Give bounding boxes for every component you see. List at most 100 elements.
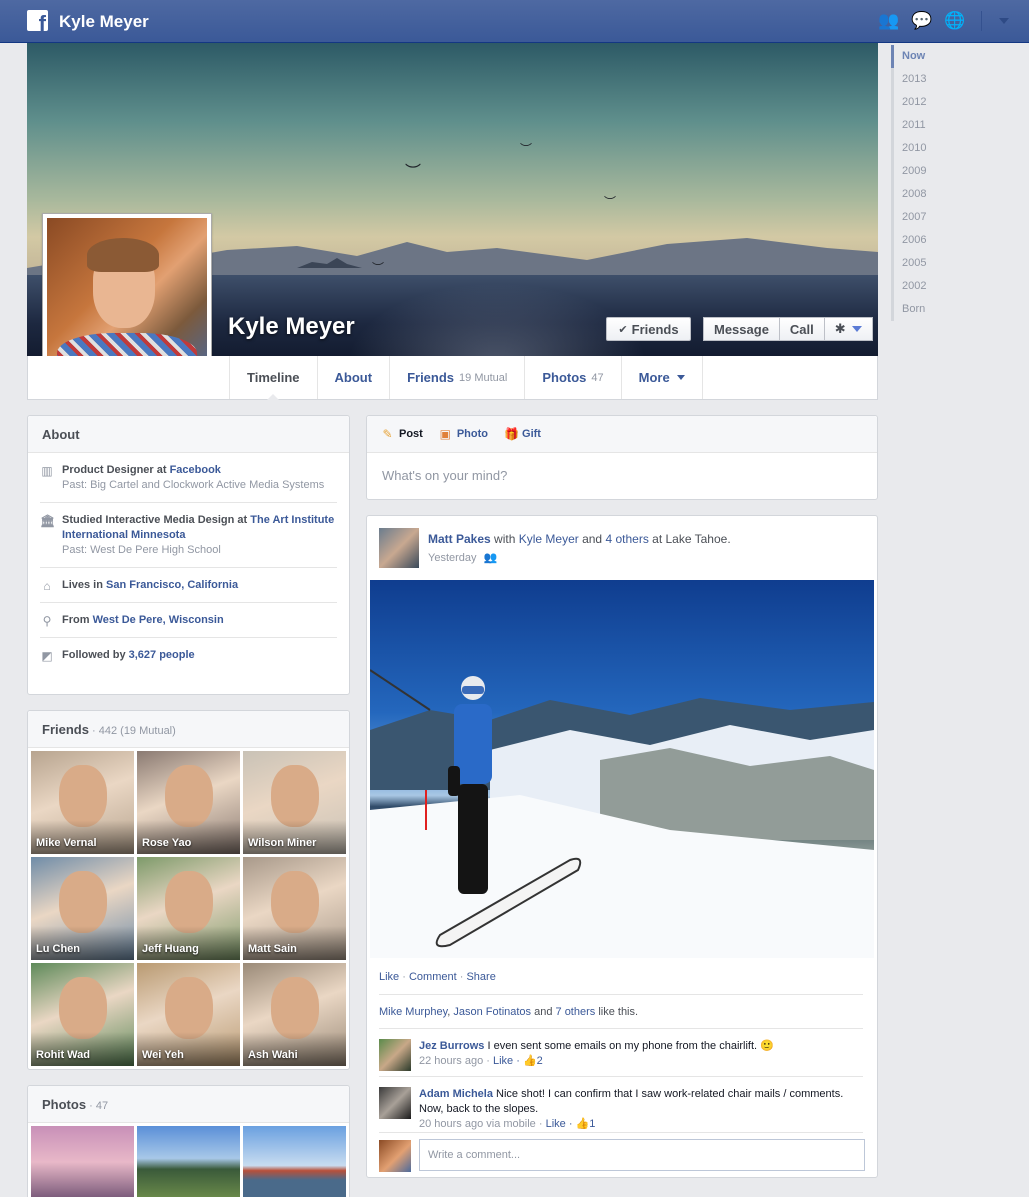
- year-link[interactable]: 2013: [894, 68, 1011, 91]
- tab-photos[interactable]: Photos 47: [525, 356, 622, 399]
- friend-tile[interactable]: Wilson Miner: [243, 751, 346, 854]
- year-link[interactable]: 2010: [894, 137, 1011, 160]
- year-link[interactable]: 2005: [894, 252, 1011, 275]
- commenter-avatar[interactable]: [379, 1087, 411, 1119]
- friend-tile[interactable]: Wei Yeh: [137, 963, 240, 1066]
- chevron-down-icon: [851, 326, 862, 332]
- my-avatar: [379, 1140, 411, 1172]
- story-tagged-link[interactable]: Kyle Meyer: [519, 532, 579, 546]
- year-link[interactable]: 2002: [894, 275, 1011, 298]
- tab-count: 47: [591, 371, 604, 384]
- call-button[interactable]: Call: [779, 317, 825, 341]
- commenter-name-link[interactable]: Jez Burrows: [419, 1040, 484, 1052]
- about-panel-title[interactable]: About: [28, 416, 349, 453]
- status-input[interactable]: What's on your mind?: [367, 453, 877, 498]
- year-link[interactable]: 2007: [894, 206, 1011, 229]
- tab-timeline[interactable]: Timeline: [230, 356, 318, 400]
- story-timestamp[interactable]: Yesterday 👥: [428, 551, 497, 564]
- friend-tile[interactable]: Rohit Wad: [31, 963, 134, 1066]
- tab-about[interactable]: About: [318, 356, 391, 399]
- settings-dropdown-button[interactable]: ✱: [824, 317, 873, 341]
- tab-count: 19 Mutual: [459, 371, 508, 384]
- comment-like-count[interactable]: · 👍2: [516, 1055, 543, 1067]
- friends-grid: Mike Vernal Rose Yao Wilson Miner Lu Chen Je…: [31, 751, 346, 1066]
- share-link[interactable]: Share: [466, 971, 495, 983]
- about-followers: ◩ Followed by 3,627 people: [40, 638, 337, 672]
- story-actions: Like · Comment · Share: [379, 971, 496, 983]
- year-link[interactable]: 2009: [894, 160, 1011, 183]
- story-author-avatar[interactable]: [379, 528, 419, 568]
- comment-like-count[interactable]: · 👍1: [569, 1118, 596, 1130]
- friend-tile[interactable]: Lu Chen: [31, 857, 134, 960]
- top-bar: f Kyle Meyer 👥 💬 🌐: [0, 0, 1029, 43]
- composer-tab-photo[interactable]: ▣ Photo: [439, 427, 488, 441]
- year-link[interactable]: 2012: [894, 91, 1011, 114]
- message-button[interactable]: Message: [703, 317, 780, 341]
- year-link[interactable]: 2011: [894, 114, 1011, 137]
- messages-icon[interactable]: 💬: [911, 11, 933, 31]
- friend-photo: [271, 765, 319, 827]
- profile-picture-hair: [87, 238, 159, 272]
- year-link[interactable]: 2008: [894, 183, 1011, 206]
- top-bar-profile-name[interactable]: Kyle Meyer: [59, 12, 149, 32]
- commenter-avatar[interactable]: [379, 1039, 411, 1071]
- liker-link[interactable]: Mike Murphey: [379, 1006, 447, 1018]
- school-icon: 🏛: [40, 514, 56, 528]
- like-link[interactable]: Like: [379, 971, 399, 983]
- liker-link[interactable]: Jason Fotinatos: [453, 1006, 531, 1018]
- comment-like-link[interactable]: Like: [546, 1118, 566, 1130]
- photo-thumbnail[interactable]: [31, 1126, 134, 1197]
- friends-panel-title-text: Friends: [42, 722, 89, 737]
- story-card: Matt Pakes with Kyle Meyer and 4 others …: [366, 515, 878, 1178]
- bird-icon: ︶: [520, 142, 533, 156]
- friend-tile[interactable]: Jeff Huang: [137, 857, 240, 960]
- about-from-link[interactable]: West De Pere, Wisconsin: [93, 614, 224, 626]
- comment-input[interactable]: Write a comment...: [419, 1139, 865, 1171]
- composer-tabs: ✎ Post ▣ Photo 🎁 Gift: [367, 416, 877, 453]
- friend-requests-icon[interactable]: 👥: [878, 11, 900, 31]
- year-link[interactable]: Now: [891, 45, 1011, 68]
- story-others-link[interactable]: 4 others: [605, 532, 648, 546]
- friend-name: Mike Vernal: [36, 837, 97, 849]
- about-from: ⚲ From West De Pere, Wisconsin: [40, 603, 337, 638]
- friend-tile[interactable]: Mike Vernal: [31, 751, 134, 854]
- notifications-globe-icon[interactable]: 🌐: [944, 11, 966, 31]
- bird-icon: ︶: [604, 195, 617, 209]
- tab-label: Friends: [407, 370, 455, 385]
- likers-others-link[interactable]: 7 others: [556, 1006, 596, 1018]
- comment-link[interactable]: Comment: [409, 971, 457, 983]
- account-menu-caret-icon[interactable]: [999, 18, 1009, 24]
- about-work-past: Past: Big Cartel and Clockwork Active Me…: [62, 479, 325, 491]
- friend-tile[interactable]: Rose Yao: [137, 751, 240, 854]
- friend-photo: [165, 871, 213, 933]
- comment-like-link[interactable]: Like: [493, 1055, 513, 1067]
- about-work-link[interactable]: Facebook: [170, 464, 221, 476]
- friend-tile[interactable]: Matt Sain: [243, 857, 346, 960]
- year-link[interactable]: Born: [894, 298, 1011, 321]
- friends-panel-title[interactable]: Friends · 442 (19 Mutual): [28, 711, 349, 748]
- gear-icon: ✱: [834, 321, 846, 336]
- tab-label: Timeline: [247, 370, 300, 385]
- about-lives-link[interactable]: San Francisco, California: [106, 579, 238, 591]
- tab-friends[interactable]: Friends 19 Mutual: [390, 356, 526, 399]
- story-with-text: with: [490, 532, 519, 546]
- tab-more[interactable]: More: [622, 356, 703, 399]
- about-followers-link[interactable]: 3,627 people: [129, 649, 195, 661]
- photos-panel-title[interactable]: Photos · 47: [28, 1086, 349, 1123]
- commenter-name-link[interactable]: Adam Michela: [419, 1088, 493, 1100]
- bird-icon: ︶: [405, 164, 422, 181]
- friends-button[interactable]: ✔ Friends: [606, 317, 691, 341]
- about-work: ▥ Product Designer at Facebook Past: Big…: [40, 453, 337, 503]
- facebook-logo-icon[interactable]: f: [27, 10, 48, 31]
- composer-tab-post[interactable]: ✎ Post: [381, 427, 422, 441]
- story-location-text: at Lake Tahoe.: [648, 532, 731, 546]
- story-author-link[interactable]: Matt Pakes: [428, 532, 491, 546]
- story-photo[interactable]: [370, 580, 874, 958]
- composer-tab-gift[interactable]: 🎁 Gift: [504, 427, 541, 441]
- photo-thumbnail[interactable]: [243, 1126, 346, 1197]
- photo-thumbnail[interactable]: [137, 1126, 240, 1197]
- profile-name: Kyle Meyer: [228, 313, 355, 340]
- friend-tile[interactable]: Ash Wahi: [243, 963, 346, 1066]
- year-link[interactable]: 2006: [894, 229, 1011, 252]
- friend-photo: [271, 977, 319, 1039]
